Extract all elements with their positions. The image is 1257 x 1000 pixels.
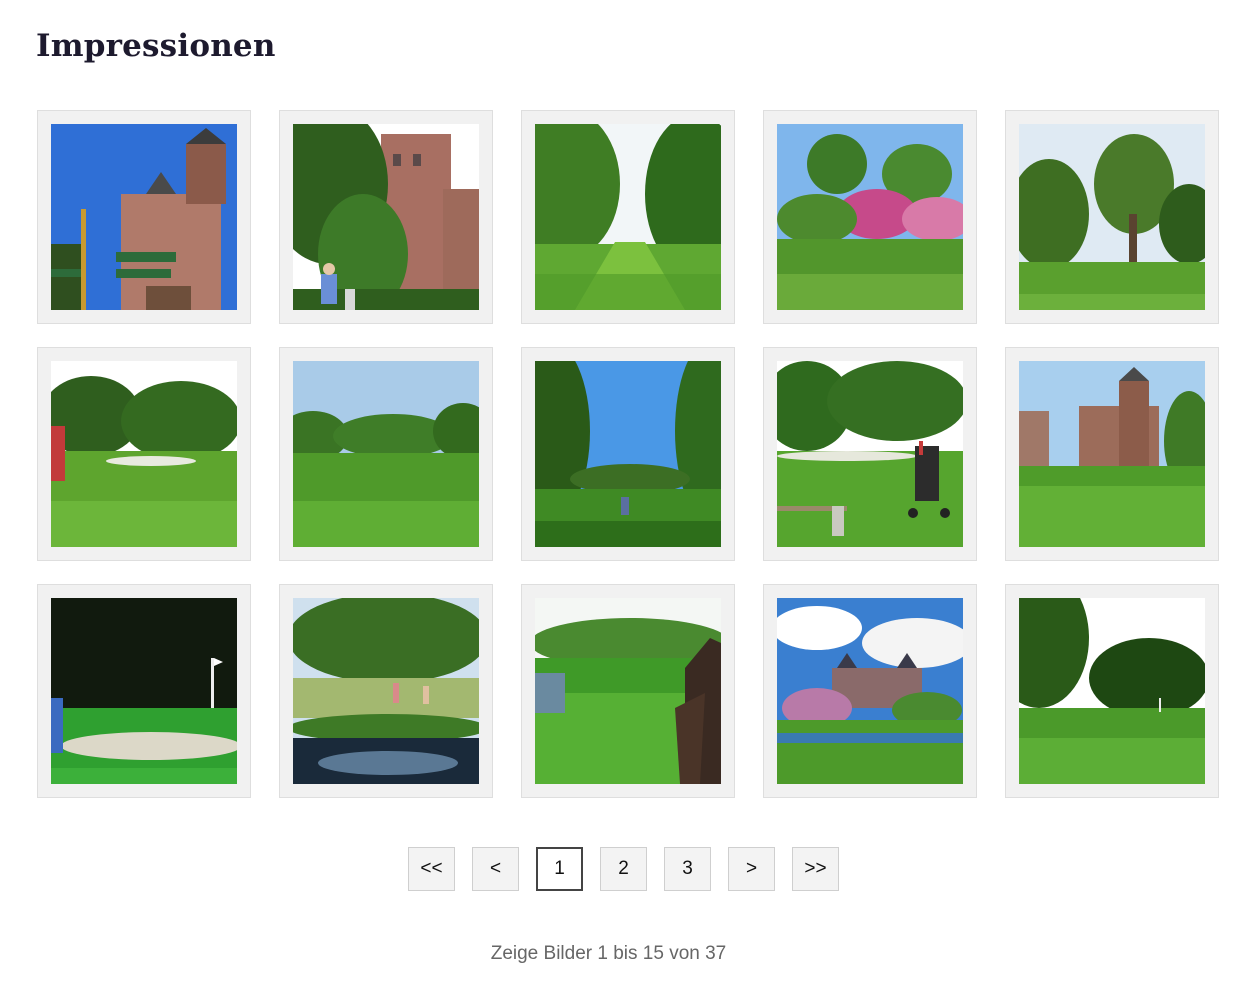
page-button-1[interactable]: 1 [536,847,583,891]
gallery-thumbnail[interactable] [1005,347,1219,561]
photo-fairway-through-trees [535,361,721,547]
photo-open-fairway [293,361,479,547]
previous-page-button[interactable]: < [472,847,519,891]
gallery-thumbnail[interactable] [1005,110,1219,324]
photo-castle-with-signpost [51,124,237,310]
gallery-thumbnail[interactable] [521,110,735,324]
gallery-thumbnail[interactable] [521,347,735,561]
gallery-thumbnail[interactable] [763,584,977,798]
pagination: << < 1 2 3 > >> [408,847,839,891]
last-page-button[interactable]: >> [792,847,839,891]
photo-green-with-bunker [51,361,237,547]
photo-driving-range-sculpture [535,598,721,784]
photo-green-under-trees [1019,598,1205,784]
next-page-button[interactable]: > [728,847,775,891]
gallery-thumbnail[interactable] [37,347,251,561]
photo-golf-bag-and-bench [777,361,963,547]
photo-fairway-with-willow [1019,124,1205,310]
photo-pond-putting-area [293,598,479,784]
gallery-thumbnail[interactable] [37,584,251,798]
gallery-thumbnail[interactable] [279,584,493,798]
gallery-thumbnail[interactable] [279,347,493,561]
image-count-status: Zeige Bilder 1 bis 15 von 37 [490,943,727,964]
photo-castle-with-golfers [293,124,479,310]
gallery-thumbnail[interactable] [763,347,977,561]
photo-castle-with-clouds [777,598,963,784]
photo-fairway-with-blossoming-trees [777,124,963,310]
photo-castle-across-fairway [1019,361,1205,547]
gallery-thumbnail[interactable] [37,110,251,324]
gallery-thumbnail[interactable] [521,584,735,798]
page-button-3[interactable]: 3 [664,847,711,891]
photo-bunker-with-flag [51,598,237,784]
photo-fairway-avenue-of-trees [535,124,721,310]
page-button-2[interactable]: 2 [600,847,647,891]
gallery-thumbnail[interactable] [763,110,977,324]
page-title: Impressionen [36,28,276,64]
image-gallery [37,110,1219,798]
first-page-button[interactable]: << [408,847,455,891]
gallery-thumbnail[interactable] [1005,584,1219,798]
gallery-thumbnail[interactable] [279,110,493,324]
